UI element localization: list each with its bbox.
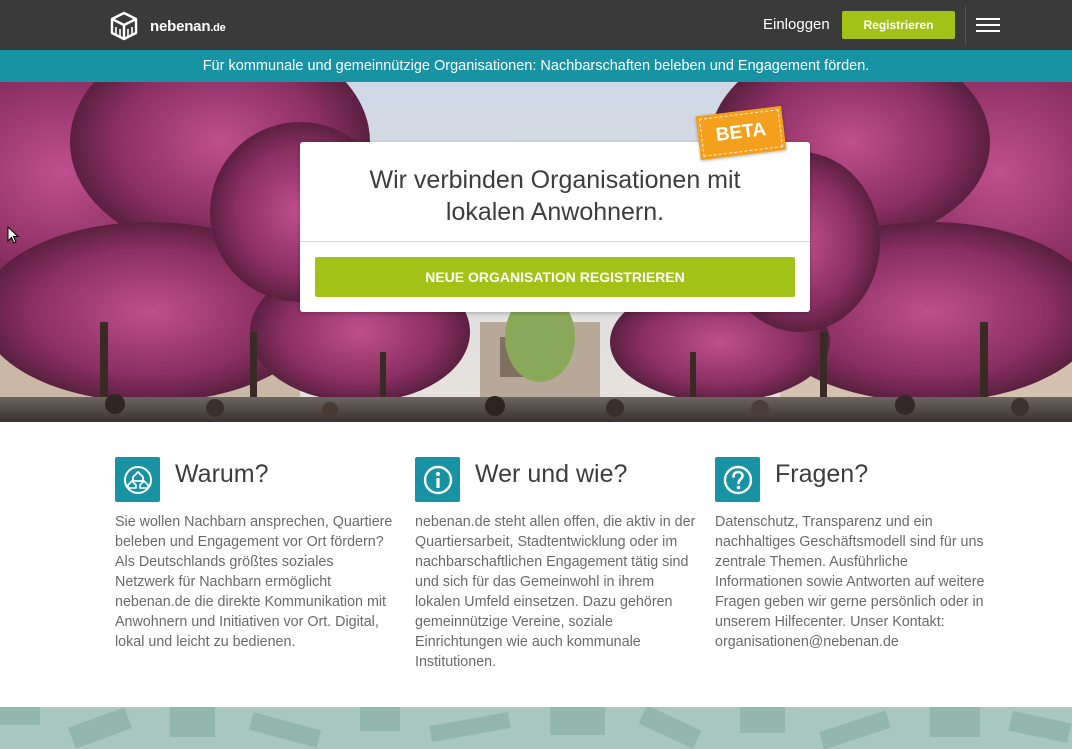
footer-map-pattern <box>0 707 1072 749</box>
hero-section: Wir verbinden Organisationen mit lokalen… <box>0 82 1072 422</box>
logo-name: nebenan <box>150 17 211 35</box>
info-icon <box>415 457 460 502</box>
logo-icon <box>110 11 138 41</box>
mouse-cursor-icon <box>7 226 20 244</box>
question-icon <box>715 457 760 502</box>
column-heading: Warum? <box>175 460 269 488</box>
hero-card-divider <box>300 241 810 242</box>
map-pattern-graphic <box>0 707 1072 749</box>
column-text: Sie wollen Nachbarn ansprechen, Quartier… <box>115 514 393 650</box>
logo-tld: .de <box>210 21 226 34</box>
column-heading: Fragen? <box>775 460 869 488</box>
hamburger-menu-icon[interactable] <box>976 18 1000 33</box>
login-link[interactable]: Einloggen <box>763 16 830 33</box>
column-text: nebenan.de steht allen offen, die aktiv … <box>415 514 696 670</box>
hero-title: Wir verbinden Organisationen mit lokalen… <box>369 166 741 226</box>
nav-divider <box>965 6 966 44</box>
register-button[interactable]: Registrieren <box>842 11 955 39</box>
logo[interactable]: nebenan.de <box>110 11 226 41</box>
beta-badge-label: BETA <box>714 119 768 146</box>
hero-card: Wir verbinden Organisationen mit lokalen… <box>300 142 810 312</box>
announcement-banner: Für kommunale und gemeinnützige Organisa… <box>0 50 1072 82</box>
logo-wordmark: nebenan.de <box>150 18 226 35</box>
top-navbar: nebenan.de Einloggen Registrieren <box>0 0 1072 50</box>
column-text: Datenschutz, Transparenz und ein nachhal… <box>715 514 985 650</box>
register-organisation-button[interactable]: NEUE ORGANISATION REGISTRIEREN <box>315 257 795 297</box>
column-heading: Wer und wie? <box>475 460 628 488</box>
neighbors-icon <box>115 457 160 502</box>
